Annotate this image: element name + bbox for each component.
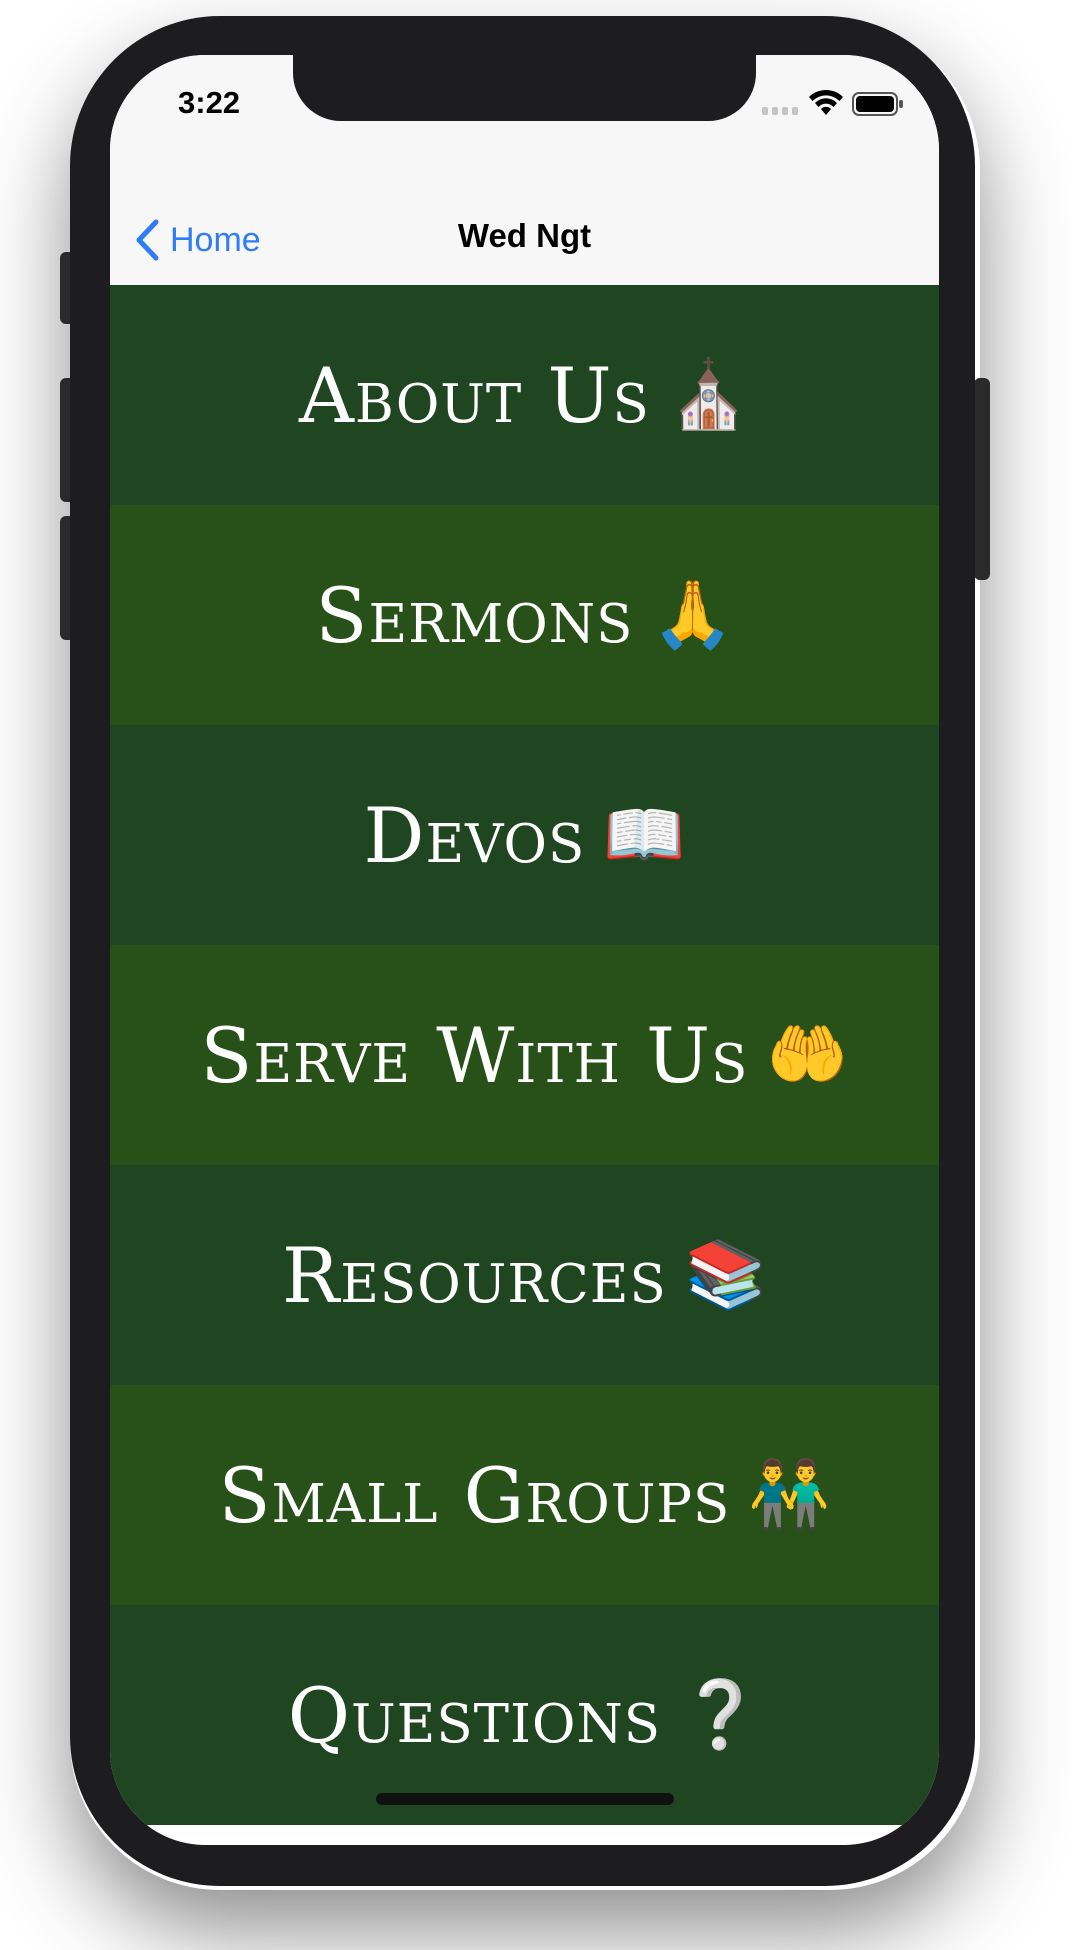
praying-hands-icon: 🙏 [651, 576, 734, 653]
menu-item-about-us[interactable]: About Us ⛪ [110, 285, 939, 505]
home-indicator[interactable] [376, 1793, 674, 1805]
page-title: Wed Ngt [457, 217, 592, 254]
church-icon: ⛪ [667, 356, 750, 433]
raised-hands-icon: 🤲 [766, 1016, 849, 1093]
menu-item-label: Small Groups [218, 1450, 731, 1540]
menu-item-resources[interactable]: Resources 📚 [110, 1165, 939, 1385]
notch [293, 55, 756, 121]
wifi-icon [809, 89, 843, 115]
navigation-bar: Home Wed Ngt [110, 175, 939, 285]
cellular-signal-icon [762, 107, 802, 117]
menu-item-sermons[interactable]: Sermons 🙏 [110, 505, 939, 725]
menu-item-serve-with-us[interactable]: Serve With Us 🤲 [110, 945, 939, 1165]
books-icon: 📚 [684, 1236, 767, 1313]
status-time: 3:22 [178, 85, 241, 120]
screen: 3:22 Home Wed Ngt About Us ⛪ Sermons 🙏 D… [110, 55, 939, 1845]
menu-item-questions[interactable]: Questions ❔ [110, 1605, 939, 1825]
menu-item-label: Devos [363, 790, 586, 880]
menu-item-small-groups[interactable]: Small Groups 👬 [110, 1385, 939, 1605]
two-people-icon: 👬 [748, 1456, 831, 1533]
menu-item-label: Questions [287, 1670, 662, 1760]
power-button [974, 378, 990, 580]
status-bar: 3:22 [110, 55, 939, 175]
battery-icon [852, 92, 903, 116]
menu-item-label: Serve With Us [200, 1010, 749, 1100]
menu-list: About Us ⛪ Sermons 🙏 Devos 📖 Serve With … [110, 285, 939, 1825]
menu-item-label: Resources [282, 1230, 667, 1320]
menu-item-label: About Us [299, 350, 650, 440]
question-mark-icon: ❔ [679, 1676, 762, 1753]
menu-item-devos[interactable]: Devos 📖 [110, 725, 939, 945]
open-book-icon: 📖 [603, 796, 686, 873]
menu-item-label: Sermons [315, 570, 634, 660]
